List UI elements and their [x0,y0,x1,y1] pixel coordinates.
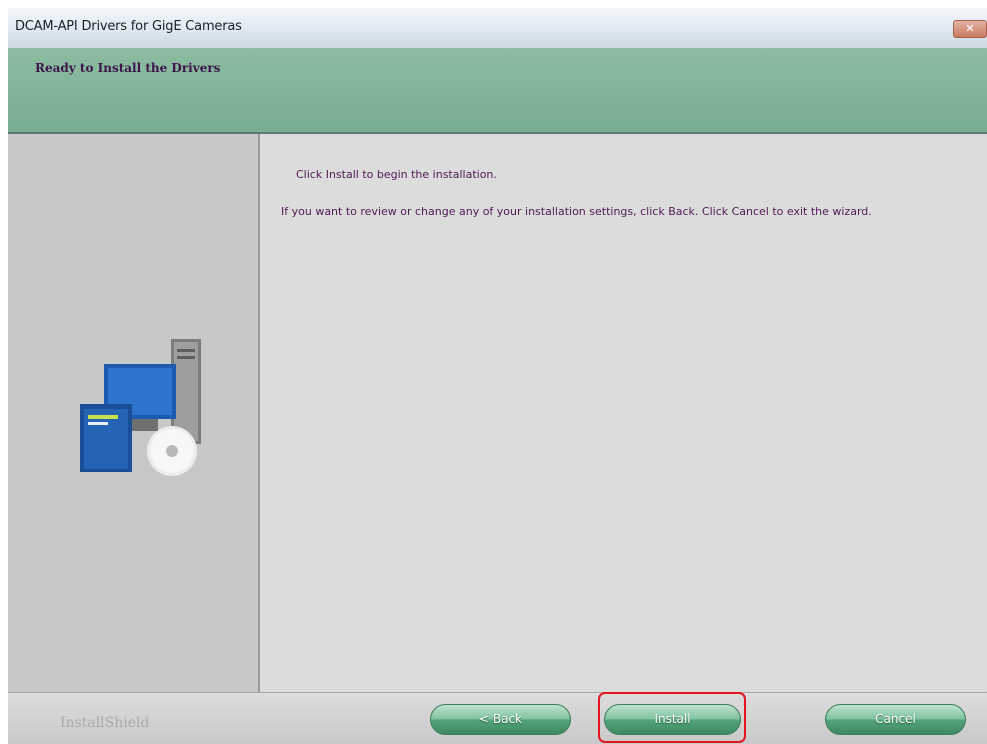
side-panel [8,134,258,692]
wizard-header: Ready to Install the Drivers [8,48,987,132]
review-instruction: If you want to review or change any of y… [281,205,872,218]
window-title: DCAM-API Drivers for GigE Cameras [15,19,242,34]
install-button-highlight [598,692,746,743]
close-button[interactable]: ✕ [953,20,987,38]
content-area: Click Install to begin the installation.… [260,134,987,692]
page-title: Ready to Install the Drivers [35,61,221,75]
computer-install-icon [80,339,201,476]
install-instruction: Click Install to begin the installation. [296,168,497,181]
title-bar[interactable]: DCAM-API Drivers for GigE Cameras ✕ [8,8,987,48]
installshield-logo: InstallShield [60,715,150,731]
cancel-button[interactable]: Cancel [825,704,966,735]
back-button[interactable]: < Back [430,704,571,735]
button-bar: InstallShield < Back Install Cancel [8,692,987,744]
installer-window: DCAM-API Drivers for GigE Cameras ✕ Read… [8,8,987,744]
